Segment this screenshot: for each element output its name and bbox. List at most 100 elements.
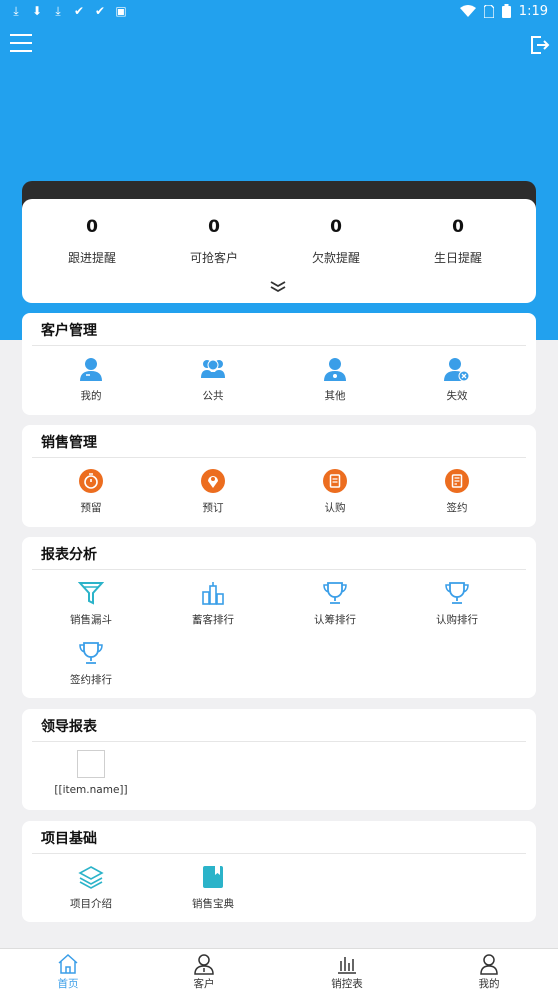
item-label: 其他 [324,390,346,402]
item-label: 失效 [446,390,468,402]
user-remove-icon [444,358,470,382]
app-notification-icon: ▣ [115,4,127,18]
wifi-icon [459,5,476,17]
notification-icons: ⤓ ⬇ ⤓ ✔ ✔ ▣ [10,5,127,17]
nav-mine[interactable]: 我的 [449,953,529,991]
layers-icon [78,866,104,889]
item-label: 项目介绍 [70,898,112,910]
status-time: 1:19 [518,3,548,19]
download-icon: ⬇ [31,4,43,18]
person-icon [480,954,498,975]
stat-label: 跟进提醒 [67,251,116,265]
system-icons: 1:19 [459,3,548,19]
section-title: 报表分析 [41,547,97,563]
sales-reserve-item[interactable]: 预留 [30,468,152,515]
check-icon: ✔ [94,4,106,18]
buildings-icon [202,582,224,605]
sales-sign-item[interactable]: 签约 [396,468,518,515]
battery-icon [501,4,511,18]
download-icon: ⤓ [13,4,19,18]
stat-grab-customers[interactable]: 0 可抢客户 [150,217,278,266]
reminder-stats-card: 0 跟进提醒 0 可抢客户 0 欠款提醒 0 生日提醒 [22,199,536,303]
trophy-icon [445,582,469,604]
book-icon [203,866,223,888]
bar-chart-icon [338,957,356,974]
project-intro-item[interactable]: 项目介绍 [30,864,152,911]
report-analysis-section: 报表分析 销售漏斗 蓄客排行 认筹排行 认购排行 签约排行 [22,537,536,698]
divider [32,345,526,346]
funnel-icon [78,582,104,605]
item-label: 签约 [446,502,468,514]
stat-value: 0 [452,217,464,237]
sales-booking-item[interactable]: 预订 [152,468,274,515]
stat-label: 欠款提醒 [311,251,360,265]
item-label: 认购 [324,502,346,514]
report-funnel-item[interactable]: 销售漏斗 [30,580,152,627]
customer-mine-item[interactable]: 我的 [30,356,152,403]
customer-other-item[interactable]: 其他 [274,356,396,403]
customer-invalid-item[interactable]: 失效 [396,356,518,403]
stat-value: 0 [208,217,220,237]
item-label: 预订 [202,502,224,514]
nav-label: 客户 [193,978,215,990]
report-pledge-rank-item[interactable]: 认筹排行 [274,580,396,627]
group-icon [201,359,225,378]
leader-report-section: 领导报表 [[item.name]] [22,709,536,810]
nav-customer[interactable]: 客户 [164,953,244,991]
leader-report-item[interactable]: [[item.name]] [30,750,152,796]
stat-value: 0 [86,217,98,237]
item-label: 公共 [202,390,224,402]
item-label: 我的 [80,390,102,402]
section-title: 客户管理 [41,323,97,339]
stat-value: 0 [330,217,342,237]
document-icon [445,469,469,493]
download-icon: ⤓ [55,4,61,18]
project-basics-section: 项目基础 项目介绍 销售宝典 [22,821,536,922]
item-label: 签约排行 [70,674,112,686]
divider [32,853,526,854]
item-label: 认筹排行 [314,614,356,626]
item-label: [[item.name]] [54,784,128,796]
customer-public-item[interactable]: 公共 [152,356,274,403]
nav-sales-control[interactable]: 销控表 [307,953,387,991]
home-icon [58,953,78,974]
sales-management-section: 销售管理 预留 预订 认购 签约 [22,425,536,527]
trophy-icon [79,642,103,664]
customer-icon [194,954,214,975]
stat-label: 生日提醒 [433,251,482,265]
menu-icon[interactable] [10,34,32,52]
nav-label: 我的 [478,978,500,990]
nav-label: 销控表 [331,978,363,990]
stat-follow-up[interactable]: 0 跟进提醒 [28,217,156,266]
check-icon: ✔ [73,4,85,18]
item-label: 预留 [80,502,102,514]
placeholder-image-icon [77,750,105,778]
clipboard-icon [323,469,347,493]
nav-home[interactable]: 首页 [28,953,108,991]
bottom-navigation: 首页 客户 销控表 我的 [0,948,558,996]
user-other-icon [324,358,346,381]
expand-chevron-icon[interactable] [269,279,287,293]
section-title: 领导报表 [41,719,97,735]
divider [32,457,526,458]
item-label: 蓄客排行 [192,614,234,626]
sales-handbook-item[interactable]: 销售宝典 [152,864,274,911]
item-label: 销售漏斗 [70,614,112,626]
sales-subscribe-item[interactable]: 认购 [274,468,396,515]
timer-icon [79,469,103,493]
report-accumulate-item[interactable]: 蓄客排行 [152,580,274,627]
user-icon [80,358,102,381]
logout-icon[interactable] [528,34,550,56]
section-title: 销售管理 [41,435,97,451]
location-pin-icon [201,469,225,493]
stat-label: 可抢客户 [189,251,238,265]
stat-birthday[interactable]: 0 生日提醒 [394,217,522,266]
stat-arrears[interactable]: 0 欠款提醒 [272,217,400,266]
item-label: 认购排行 [436,614,478,626]
section-title: 项目基础 [41,831,97,847]
report-sign-rank-item[interactable]: 签约排行 [30,640,152,687]
nav-label: 首页 [57,978,79,990]
no-sim-icon [483,4,494,18]
trophy-icon [323,582,347,604]
report-subscribe-rank-item[interactable]: 认购排行 [396,580,518,627]
